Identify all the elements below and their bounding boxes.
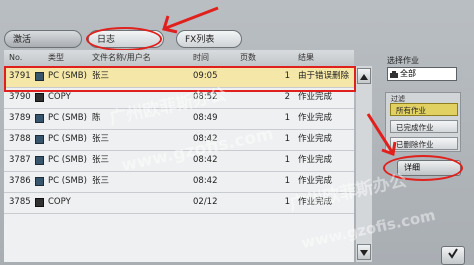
copy-icon — [35, 198, 44, 207]
log-tab-annotation — [86, 27, 162, 51]
select-job-label: 选择作业 — [387, 56, 419, 65]
table-row[interactable]: 3786 PC (SMB) 张三 08:42 1 作业完成 — [4, 171, 354, 193]
row-no: 3787 — [9, 155, 31, 165]
row-result: 作业完成 — [298, 155, 333, 165]
tab-active[interactable]: 激活 — [4, 30, 82, 48]
copy-icon — [35, 93, 44, 102]
scroll-up-button[interactable] — [357, 68, 371, 84]
row-no: 3786 — [9, 176, 31, 186]
row-no: 3789 — [9, 113, 31, 123]
col-user: 文件名称/用户名 — [92, 53, 151, 62]
row-user: 张三 — [92, 176, 110, 186]
row-time: 08:42 — [193, 176, 218, 186]
row-result: 作业完成 — [298, 113, 333, 123]
pc-icon — [35, 177, 44, 186]
filter-all-jobs[interactable]: 所有作业 — [390, 103, 458, 116]
filter-completed-jobs[interactable]: 已完成作业 — [390, 120, 458, 133]
row-type: PC (SMB) — [48, 155, 87, 165]
col-pages: 页数 — [240, 53, 256, 62]
row-time: 08:49 — [193, 113, 218, 123]
job-log-screen: 激活 日志 FX列表 No. 类型 文件名称/用户名 时间 页数 结果 3791… — [0, 0, 474, 265]
table-row[interactable]: 3788 PC (SMB) 张三 08:42 1 作业完成 — [4, 129, 354, 151]
row-pages: 1 — [284, 134, 290, 144]
row-type: PC (SMB) — [48, 176, 87, 186]
row-no: 3785 — [9, 197, 31, 207]
scroll-down-button[interactable] — [357, 244, 371, 260]
pc-icon — [35, 114, 44, 123]
row-time: 08:42 — [193, 134, 218, 144]
filter-deleted-jobs[interactable]: 已删除作业 — [390, 137, 458, 150]
row-pages: 1 — [284, 113, 290, 123]
table-row[interactable]: 3787 PC (SMB) 张三 08:42 1 作业完成 — [4, 150, 354, 172]
table-header: No. 类型 文件名称/用户名 时间 页数 结果 — [4, 50, 354, 66]
row-user: 陈 — [92, 113, 101, 123]
row-time: 08:42 — [193, 155, 218, 165]
checkmark-icon — [448, 248, 458, 259]
row-user: 张三 — [92, 155, 110, 165]
col-result: 结果 — [298, 53, 314, 62]
col-no: No. — [9, 53, 23, 62]
pc-icon — [35, 156, 44, 165]
row-result: 作业完成 — [298, 134, 333, 144]
row-user: 张三 — [92, 134, 110, 144]
table-scrollbar[interactable] — [356, 66, 372, 262]
select-value: 全部 — [400, 69, 416, 78]
detail-arrow-icon — [366, 113, 397, 157]
log-arrow-icon — [162, 6, 219, 34]
row-pages: 1 — [284, 197, 290, 207]
table-row[interactable]: 3789 PC (SMB) 陈 08:49 1 作业完成 — [4, 108, 354, 130]
pc-icon — [35, 135, 44, 144]
row-pages: 1 — [284, 176, 290, 186]
row-result: 作业完成 — [298, 197, 333, 207]
row-type: COPY — [48, 197, 71, 207]
arrow-down-icon — [360, 250, 368, 256]
row-time: 02/12 — [193, 197, 218, 207]
selected-row-annotation — [4, 66, 356, 92]
row-no: 3788 — [9, 134, 31, 144]
printer-icon — [390, 71, 398, 78]
table-row[interactable]: 3785 COPY 02/12 1 作业完成 — [4, 192, 354, 214]
row-result: 作业完成 — [298, 176, 333, 186]
arrow-up-icon — [360, 74, 368, 80]
col-time: 时间 — [193, 53, 209, 62]
row-type: PC (SMB) — [48, 113, 87, 123]
col-type: 类型 — [48, 53, 64, 62]
ok-button[interactable] — [441, 246, 465, 265]
row-type: PC (SMB) — [48, 134, 87, 144]
row-pages: 1 — [284, 155, 290, 165]
